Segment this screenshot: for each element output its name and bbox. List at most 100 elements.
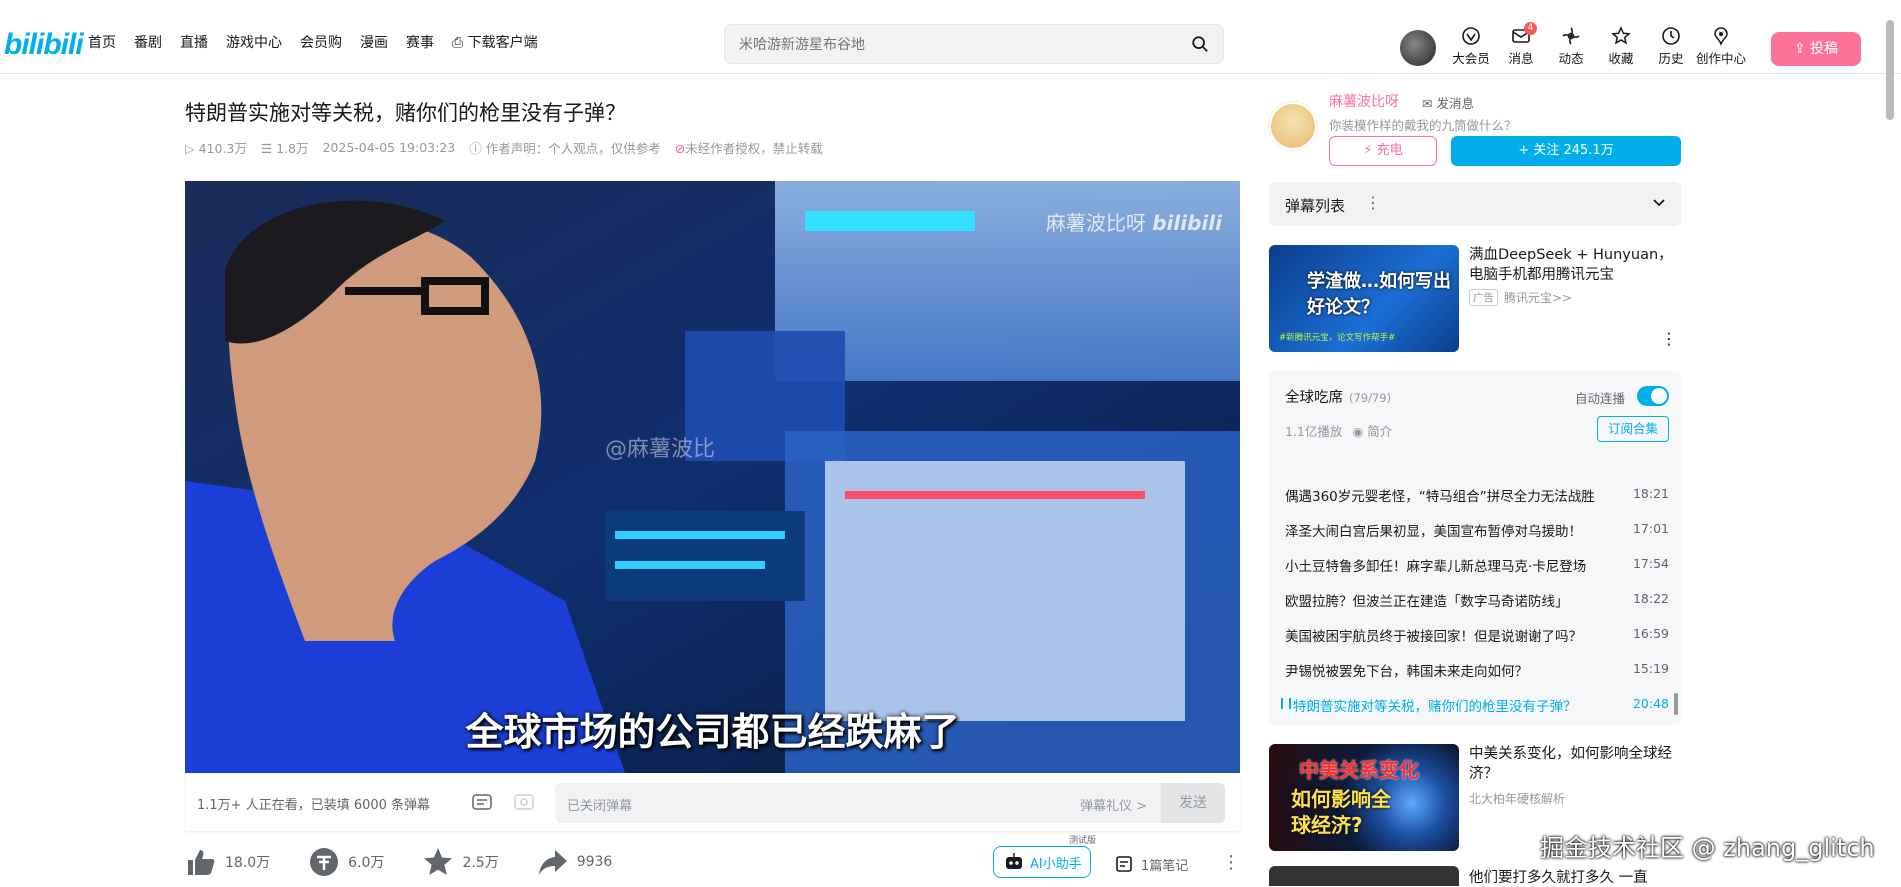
danmaku-list-title: 弹幕列表 [1285, 197, 1346, 215]
favorite-button[interactable]: 2.5万 [422, 846, 499, 878]
coin-button[interactable]: 6.0万 [308, 846, 384, 878]
danmaku-bar: 1.1万+ 人正在看，已装填 6000 条弹幕 已关闭弹幕 弹幕礼仪 > 发送 [185, 773, 1240, 831]
vip-nav[interactable]: 大会员 [1446, 26, 1496, 67]
ad-tag: 广告 [1469, 289, 1498, 306]
collection-header[interactable]: 全球吃席 (79/79) [1285, 386, 1391, 407]
subscribe-collection-button[interactable]: 订阅合集 [1597, 416, 1669, 442]
episode-title: 美国被困宇航员终于被接回家！但是说谢谢了吗？ [1285, 629, 1582, 645]
creator-label: 创作中心 [1696, 51, 1747, 66]
ad-card[interactable]: 学渣做…如何写出好论文？ #新腾讯元宝，论文写作帮手# 满血DeepSeek +… [1269, 245, 1681, 353]
creator-nav[interactable]: 创作中心 [1696, 26, 1746, 67]
episode-title: 欧盟拉胯？但波兰正在建造「数字马奇诺防线」 [1285, 594, 1569, 610]
history-nav[interactable]: 历史 [1646, 26, 1696, 67]
search-icon[interactable] [1191, 35, 1209, 53]
ad-more-icon[interactable]: ⋮ [1661, 329, 1677, 348]
episode-title: 偶遇360岁元婴老怪，“特马组合”拼尽全力无法战胜 [1285, 489, 1595, 505]
nav-game-center[interactable]: 游戏中心 [226, 32, 282, 52]
vip-label: 大会员 [1452, 51, 1490, 66]
collection-title: 全球吃席 [1285, 390, 1343, 406]
ad-thumbnail[interactable]: 学渣做…如何写出好论文？ #新腾讯元宝，论文写作帮手# [1269, 245, 1459, 352]
favorite-nav[interactable]: 收藏 [1596, 26, 1646, 67]
danmaku-placeholder: 已关闭弹幕 [567, 799, 633, 814]
share-button[interactable]: 9936 [537, 846, 613, 878]
top-navbar: bilibili 首页 番剧 直播 游戏中心 会员购 漫画 赛事 ⎙ 下载客户端… [0, 8, 1901, 74]
page-scrollbar[interactable] [1886, 20, 1894, 120]
nav-comic[interactable]: 漫画 [360, 32, 388, 52]
search-input[interactable] [739, 34, 1159, 56]
danmaku-input[interactable]: 已关闭弹幕 弹幕礼仪 > 发送 [555, 783, 1225, 823]
collection-intro[interactable]: ◉ 简介 [1352, 421, 1392, 440]
episode-item[interactable]: 泽圣大闹白宫后果初显，美国宣布暂停对乌援助！ 17:01 [1269, 512, 1681, 547]
episode-item[interactable]: 欧盟拉胯？但波兰正在建造「数字马奇诺防线」 18:22 [1269, 582, 1681, 617]
nav-esports[interactable]: 赛事 [406, 32, 434, 52]
recommend-title[interactable]: 他们要打多久就打多久 一直 [1469, 866, 1648, 887]
notes-icon [1116, 856, 1132, 872]
thumb-text-top: 中美关系变化 [1299, 758, 1419, 782]
episode-title: 泽圣大闹白宫后果初显，美国宣布暂停对乌援助！ [1285, 524, 1582, 540]
episode-item-active[interactable]: 特朗普实施对等关税，赌你们的枪里没有子弹？ 20:48 [1269, 687, 1681, 722]
episode-duration: 18:22 [1632, 591, 1669, 606]
uploader-name[interactable]: 麻薯波比呀 [1329, 91, 1399, 111]
recommend-thumbnail[interactable] [1269, 866, 1459, 886]
nav-home[interactable]: 首页 [88, 32, 116, 52]
danmaku-count: 1.8万 [276, 141, 309, 156]
share-count: 9936 [576, 854, 613, 870]
danmaku-list-more-icon[interactable]: ⋮ [1365, 193, 1381, 212]
notes-button[interactable]: 1篇笔记 [1115, 854, 1188, 874]
dynamic-label: 动态 [1558, 51, 1584, 66]
nav-download-client[interactable]: ⎙ 下载客户端 [452, 32, 538, 52]
views-count: 410.3万 [198, 141, 247, 156]
chevron-down-icon[interactable] [1651, 194, 1667, 210]
danmaku-toggle-icon[interactable] [471, 791, 493, 813]
charge-button[interactable]: ⚡ 充电 [1329, 136, 1437, 166]
send-message-link[interactable]: ✉ 发消息 [1422, 93, 1474, 112]
danmaku-list-header[interactable]: 弹幕列表 ⋮ [1269, 182, 1681, 226]
recommend-card[interactable]: 他们要打多久就打多久 一直 [1269, 866, 1681, 886]
autoplay-toggle[interactable] [1637, 386, 1669, 406]
episode-duration: 17:01 [1632, 521, 1669, 536]
recommend-author[interactable]: 北大柏年硬核解析 [1469, 790, 1565, 807]
recommend-title[interactable]: 中美关系变化，如何影响全球经济？ [1469, 744, 1674, 784]
episode-item[interactable]: 小土豆特鲁多卸任！麻字辈儿新总理马克·卡尼登场 17:54 [1269, 547, 1681, 582]
episode-item[interactable]: 美国被困宇航员终于被接回家！但是说谢谢了吗？ 16:59 [1269, 617, 1681, 652]
collection-panel: 全球吃席 (79/79) 自动连播 1.1亿播放 ◉ 简介 订阅合集 偶遇360岁… [1269, 371, 1681, 725]
viewers-info: 1.1万+ 人正在看，已装填 6000 条弹幕 [197, 798, 431, 813]
video-player[interactable]: 麻薯波比呀 bilibili @麻薯波比 全球市场的公司都已经跌麻了 [185, 181, 1240, 773]
collection-count: (79/79) [1349, 391, 1392, 405]
send-button[interactable]: 发送 [1161, 783, 1225, 823]
reprint-notice: ⊘未经作者授权，禁止转载 [675, 138, 823, 157]
user-avatar[interactable] [1400, 30, 1436, 66]
danmaku-settings-icon[interactable] [513, 791, 535, 813]
thumb-text-bottom: 如何影响全球经济? [1291, 787, 1391, 837]
dynamic-nav[interactable]: 动态 [1546, 26, 1596, 67]
message-label: 消息 [1508, 51, 1534, 66]
video-title: 特朗普实施对等关税，赌你们的枪里没有子弹？ [185, 101, 626, 125]
nav-live[interactable]: 直播 [180, 32, 208, 52]
video-meta: ▷ 410.3万 ☰ 1.8万 2025-04-05 19:03:23 ⓘ 作者… [185, 138, 823, 157]
episode-item[interactable]: 尹锡悦被罢免下台，韩国未来走向如何？ 15:19 [1269, 652, 1681, 687]
episode-duration: 20:48 [1632, 696, 1669, 711]
danmaku-etiquette-link[interactable]: 弹幕礼仪 > [1080, 795, 1147, 814]
message-nav[interactable]: 4 消息 [1496, 22, 1546, 67]
author-statement: ⓘ 作者声明：个人观点，仅供参考 [469, 141, 661, 156]
ad-source[interactable]: 腾讯元宝>> [1504, 289, 1572, 306]
follow-button[interactable]: + 关注 245.1万 [1451, 136, 1681, 166]
ai-assistant-button[interactable]: AI小助手 测试版 [993, 836, 1096, 878]
more-options-icon[interactable]: ⋮ [1222, 852, 1240, 873]
video-subtitle: 全球市场的公司都已经跌麻了 [465, 710, 960, 754]
like-button[interactable]: 18.0万 [185, 846, 270, 878]
uploader-avatar[interactable] [1269, 102, 1317, 150]
bilibili-logo[interactable]: bilibili [4, 28, 84, 62]
collection-scrollbar[interactable] [1674, 693, 1678, 715]
upload-button[interactable]: ⇪ 投稿 [1771, 32, 1861, 66]
nav-mall[interactable]: 会员购 [300, 32, 342, 52]
reprint-text: 未经作者授权，禁止转载 [685, 141, 823, 156]
episode-duration: 18:21 [1632, 486, 1669, 501]
recommend-thumbnail[interactable]: 中美关系变化 如何影响全球经济? [1269, 744, 1459, 851]
ad-title[interactable]: 满血DeepSeek + Hunyuan，电脑手机都用腾讯元宝 [1469, 245, 1674, 285]
episode-item[interactable]: 偶遇360岁元婴老怪，“特马组合”拼尽全力无法战胜 18:21 [1269, 477, 1681, 512]
episode-duration: 16:59 [1632, 626, 1669, 641]
nav-anime[interactable]: 番剧 [134, 32, 162, 52]
episode-title: 尹锡悦被罢免下台，韩国未来走向如何？ [1285, 664, 1528, 680]
forbidden-icon: ⊘ [674, 141, 686, 156]
